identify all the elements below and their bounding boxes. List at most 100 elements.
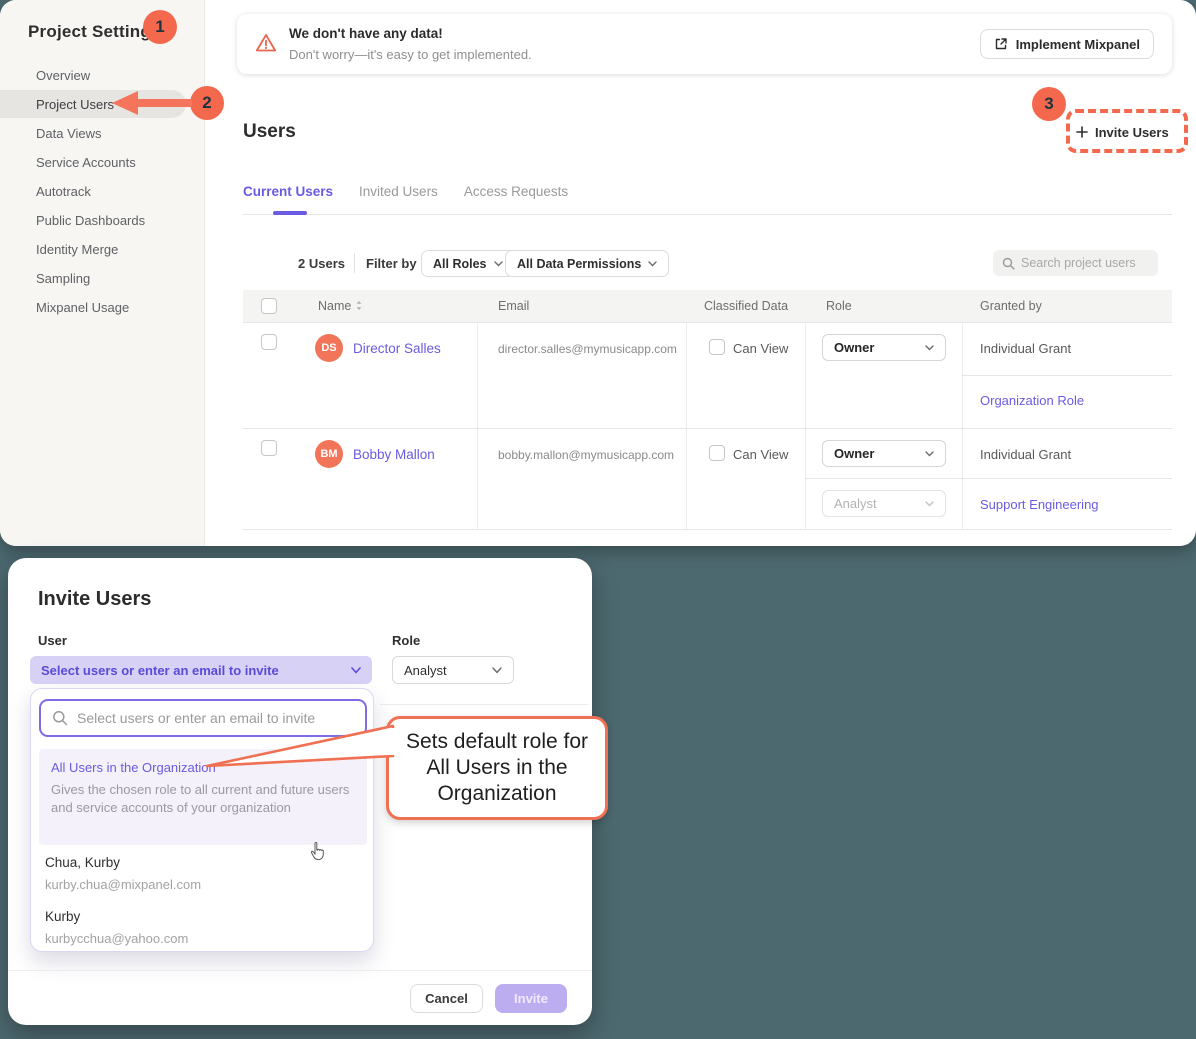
role-select-value: Owner (834, 340, 874, 355)
user-email: bobby.mallon@mymusicapp.com (498, 448, 674, 462)
all-data-permissions-filter[interactable]: All Data Permissions (505, 250, 669, 277)
tab-current-users[interactable]: Current Users (243, 184, 333, 199)
row-divider (243, 428, 1172, 429)
page-title: Project Settings (28, 22, 161, 42)
can-view-checkbox[interactable] (709, 445, 725, 461)
sidebar-item-sampling[interactable]: Sampling (36, 264, 196, 293)
avatar: DS (315, 334, 343, 362)
modal-footer-divider (8, 970, 592, 971)
invite-users-button[interactable]: Invite Users (1076, 118, 1169, 146)
user-search-input[interactable] (77, 710, 347, 726)
role-select[interactable]: Owner (822, 334, 946, 361)
organization-role-link[interactable]: Organization Role (980, 393, 1084, 408)
sidebar-item-mixpanel-usage[interactable]: Mixpanel Usage (36, 293, 196, 322)
all-roles-filter-label: All Roles (433, 257, 487, 271)
user-count: 2 Users (298, 256, 345, 271)
search-icon (1002, 257, 1015, 270)
select-all-checkbox[interactable] (261, 298, 277, 314)
implement-mixpanel-button[interactable]: Implement Mixpanel (980, 29, 1154, 59)
option-user-email: kurby.chua@mixpanel.com (45, 877, 201, 892)
subrow-divider (805, 478, 1172, 479)
banner-title: We don't have any data! (289, 26, 443, 41)
chevron-down-icon (925, 501, 934, 507)
option-user-name[interactable]: Kurby (45, 909, 80, 924)
secondary-role-select: Analyst (822, 490, 946, 517)
cancel-button[interactable]: Cancel (410, 984, 483, 1013)
step2-arrow-icon (112, 90, 194, 116)
column-header-classified-data: Classified Data (704, 299, 788, 313)
search-icon (52, 710, 68, 726)
invite-button[interactable]: Invite (495, 984, 567, 1013)
modal-divider (380, 704, 588, 705)
invite-modal-title: Invite Users (38, 588, 151, 611)
sidebar-item-overview[interactable]: Overview (36, 61, 196, 90)
row-checkbox[interactable] (261, 334, 277, 350)
column-header-email: Email (498, 299, 529, 313)
chevron-down-icon (492, 667, 502, 674)
chevron-down-icon (494, 261, 503, 267)
row-divider (243, 322, 1172, 323)
filter-divider (354, 253, 355, 273)
sidebar-item-identity-merge[interactable]: Identity Merge (36, 235, 196, 264)
can-view-label: Can View (733, 447, 788, 462)
tab-access-requests[interactable]: Access Requests (464, 184, 568, 199)
chevron-down-icon (648, 261, 657, 267)
role-select[interactable]: Owner (822, 440, 946, 467)
can-view-checkbox[interactable] (709, 339, 725, 355)
user-name-link[interactable]: Director Salles (353, 341, 441, 356)
sidebar-item-service-accounts[interactable]: Service Accounts (36, 148, 196, 177)
subrow-divider (962, 375, 1172, 376)
filter-by-label: Filter by (366, 256, 417, 271)
option-user-name[interactable]: Chua, Kurby (45, 855, 120, 870)
banner-button-label: Implement Mixpanel (1016, 37, 1140, 52)
all-roles-filter[interactable]: All Roles (421, 250, 515, 277)
granted-by-value: Individual Grant (980, 447, 1071, 462)
user-select-dropdown[interactable]: Select users or enter an email to invite (30, 656, 372, 684)
active-tab-indicator (273, 211, 307, 215)
row-checkbox[interactable] (261, 440, 277, 456)
warning-icon (255, 32, 277, 54)
column-divider (477, 322, 478, 530)
project-settings-card: Project Settings Overview Project Users … (0, 0, 1196, 546)
role-select-dropdown[interactable]: Analyst (392, 656, 514, 684)
user-email: director.salles@mymusicapp.com (498, 342, 677, 356)
users-section-title: Users (243, 121, 296, 143)
column-header-granted-by: Granted by (980, 299, 1042, 313)
column-divider (962, 322, 963, 530)
invite-users-button-label: Invite Users (1095, 125, 1169, 140)
option-user-email: kurbycchua@yahoo.com (45, 931, 188, 946)
sidebar-item-public-dashboards[interactable]: Public Dashboards (36, 206, 196, 235)
support-engineering-link[interactable]: Support Engineering (980, 497, 1099, 512)
can-view-label: Can View (733, 341, 788, 356)
chevron-down-icon (351, 667, 361, 674)
no-data-banner: We don't have any data! Don't worry—it's… (237, 14, 1172, 74)
user-field-label: User (38, 633, 67, 648)
sidebar-item-autotrack[interactable]: Autotrack (36, 177, 196, 206)
tabs-divider (243, 214, 1172, 215)
name-header-label: Name (318, 299, 351, 313)
sidebar: Project Settings Overview Project Users … (0, 0, 205, 546)
tab-invited-users[interactable]: Invited Users (359, 184, 438, 199)
user-name-link[interactable]: Bobby Mallon (353, 447, 435, 462)
sort-icon (355, 300, 363, 311)
users-tabs: Current Users Invited Users Access Reque… (243, 184, 568, 199)
chevron-down-icon (925, 451, 934, 457)
role-select-value: Analyst (404, 663, 447, 678)
sidebar-item-data-views[interactable]: Data Views (36, 119, 196, 148)
users-table: Name Email Classified Data Role Granted … (243, 290, 1172, 530)
granted-by-value: Individual Grant (980, 341, 1071, 356)
banner-subtitle: Don't worry—it's easy to get implemented… (289, 47, 532, 62)
option-title: All Users in the Organization (51, 760, 216, 775)
callout-text: Sets default role for All Users in the O… (395, 729, 600, 807)
column-header-name[interactable]: Name (318, 299, 363, 313)
avatar: BM (315, 440, 343, 468)
search-project-users-input[interactable] (1021, 256, 1146, 270)
hand-cursor-icon (309, 841, 327, 861)
step1-badge: 1 (143, 10, 177, 44)
role-select-value: Owner (834, 446, 874, 461)
user-search-box (39, 699, 367, 737)
user-select-value: Select users or enter an email to invite (41, 663, 279, 678)
column-header-role: Role (826, 299, 852, 313)
plus-icon (1076, 126, 1088, 138)
option-all-users-in-organization[interactable]: All Users in the Organization Gives the … (39, 749, 367, 845)
